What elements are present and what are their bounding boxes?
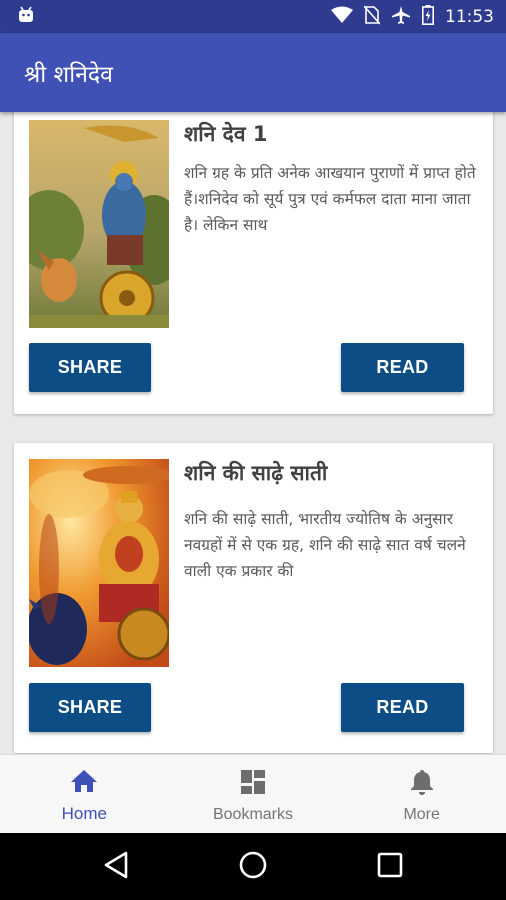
home-icon: [71, 769, 98, 797]
nav-item-bookmarks[interactable]: Bookmarks: [169, 755, 338, 833]
share-button[interactable]: SHARE: [29, 343, 151, 392]
airplane-icon: [391, 5, 411, 29]
nav-item-home[interactable]: Home: [0, 755, 169, 833]
android-icon: [16, 5, 36, 29]
share-button[interactable]: SHARE: [29, 683, 151, 732]
no-sim-icon: [363, 4, 381, 29]
article-card[interactable]: शनि देव 1 शनि ग्रह के प्रति अनेक आखयान प…: [14, 112, 493, 414]
article-image[interactable]: [29, 120, 169, 328]
app-title: श्री शनिदेव: [24, 61, 113, 88]
dashboard-icon: [240, 769, 266, 799]
status-bar: 11:53: [0, 0, 506, 33]
battery-charging-icon: [422, 4, 434, 29]
status-time: 11:53: [445, 6, 494, 27]
home-circle-icon[interactable]: [238, 850, 268, 884]
article-image[interactable]: [29, 459, 169, 667]
nav-item-more[interactable]: More: [337, 755, 506, 833]
article-title: शनि की साढ़े साती: [184, 461, 328, 485]
article-title: शनि देव 1: [184, 122, 268, 146]
wifi-icon: [331, 6, 353, 28]
article-description: शनि की साढ़े साती, भारतीय ज्योतिष के अनु…: [184, 510, 466, 580]
article-card[interactable]: शनि की साढ़े साती शनि की साढ़े साती, भार…: [14, 443, 493, 753]
bell-icon: [410, 769, 434, 799]
nav-label-bookmarks: Bookmarks: [212, 806, 294, 823]
system-navigation-bar: [0, 833, 506, 900]
nav-label-more: More: [403, 806, 440, 823]
read-button[interactable]: READ: [341, 343, 464, 392]
app-bar: श्री शनिदेव: [0, 33, 506, 112]
nav-label-home: Home: [61, 804, 108, 823]
back-icon[interactable]: [103, 851, 129, 883]
recents-icon[interactable]: [377, 852, 403, 882]
article-description: शनि ग्रह के प्रति अनेक आखयान पुराणों में…: [184, 164, 476, 234]
bottom-navigation: Home Bookmarks More: [0, 754, 506, 833]
card-list[interactable]: शनि देव 1 शनि ग्रह के प्रति अनेक आखयान प…: [0, 112, 506, 754]
read-button[interactable]: READ: [341, 683, 464, 732]
